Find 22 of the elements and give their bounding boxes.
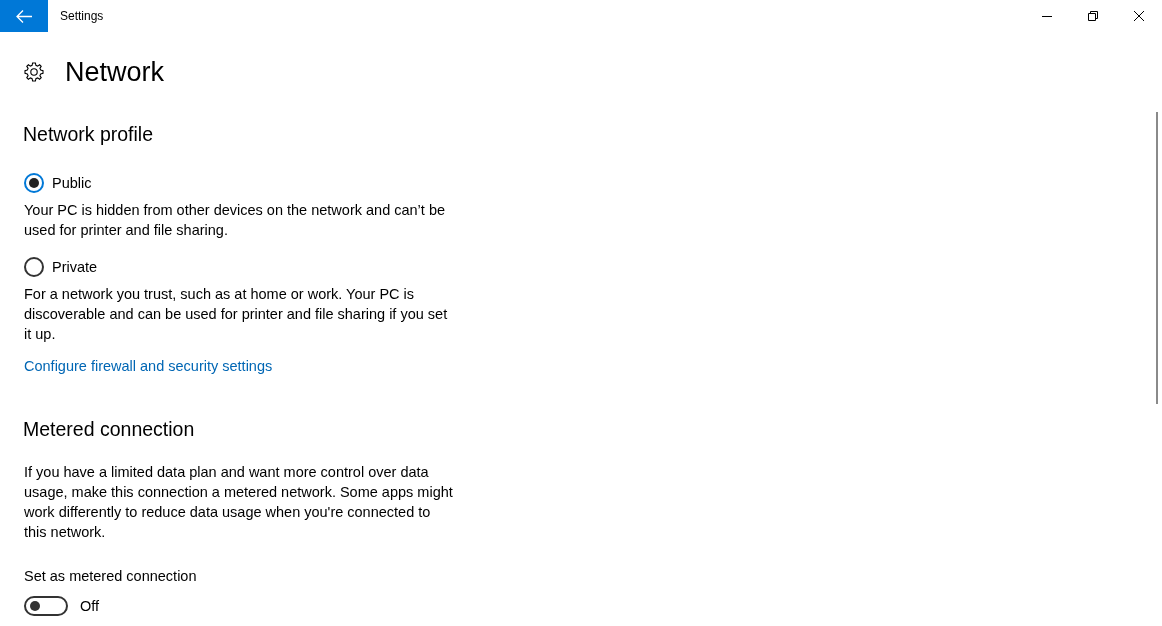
radio-label: Private [52,259,98,275]
section-heading: Network profile [23,122,154,147]
radio-button[interactable] [24,257,44,277]
back-arrow-icon [16,9,32,23]
radio-button[interactable] [24,173,44,193]
toggle-state-label: Off [80,598,100,614]
close-icon [1134,11,1144,21]
section-description: If you have a limited data plan and want more control over data usage, make this connection a metered network. Some apps might work differently to reduce data usage when you're connected to this network. [24,463,454,542]
option-description: For a network you trust, such as at home or work. Your PC is discoverable and can be used for printer and file sharing if you set it up. [24,285,449,344]
radio-label: Public [52,175,92,191]
section-heading: Metered connection [23,417,195,442]
back-button[interactable] [0,0,48,32]
settings-link[interactable]: Configure firewall and security settings [24,356,273,376]
restore-icon [1088,11,1098,21]
scrollbar[interactable] [1156,112,1158,404]
minimize-icon [1042,15,1052,17]
gear-icon [24,62,44,82]
toggle-switch[interactable] [24,596,68,616]
option-description: Your PC is hidden from other devices on the network and can’t be used for printer and file sharing. [24,201,447,240]
window-title: Settings [60,9,104,23]
page-title: Network [65,56,165,89]
setting-label: Set as metered connection [24,567,197,586]
